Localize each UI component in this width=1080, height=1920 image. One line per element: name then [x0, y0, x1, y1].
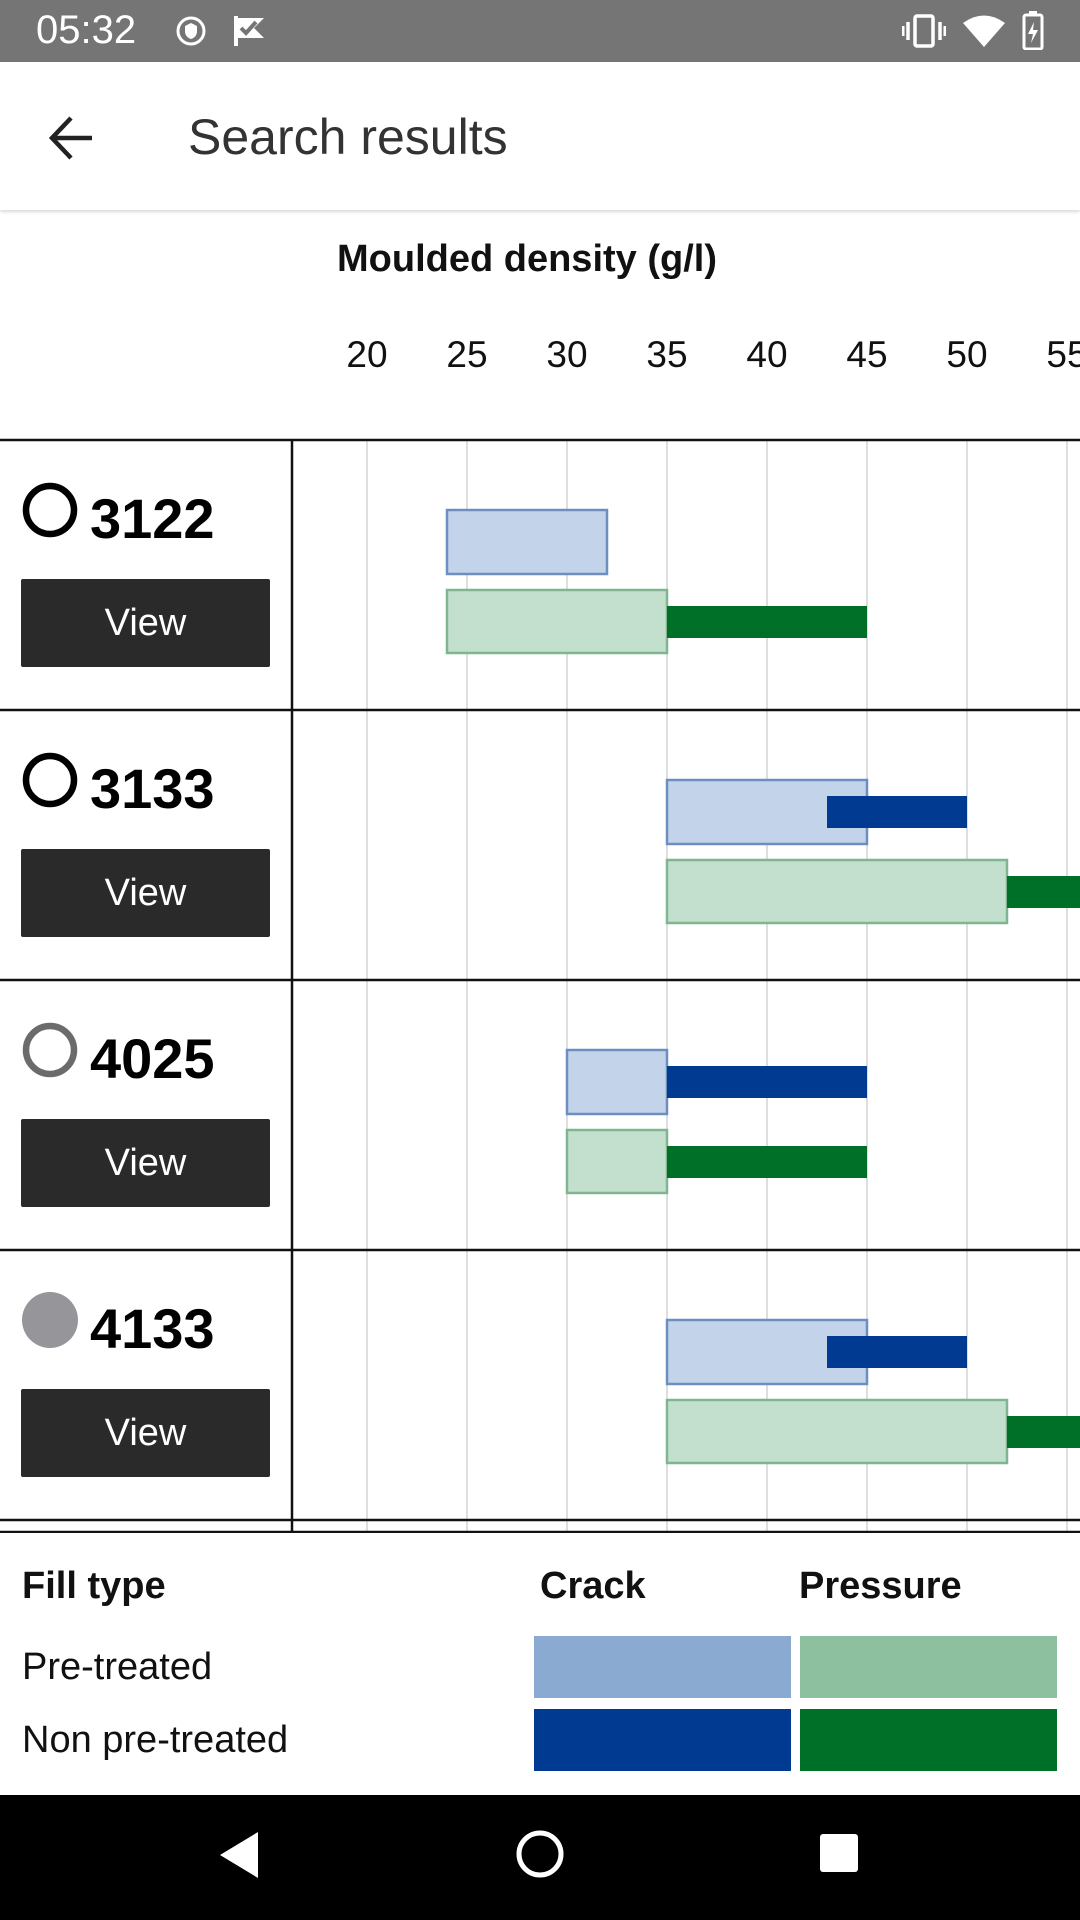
bar-pressure-non-pretreated — [1007, 876, 1080, 908]
bar-crack-non-pretreated — [827, 1336, 967, 1368]
view-button[interactable]: View — [21, 1389, 270, 1477]
product-code: 4133 — [90, 1297, 215, 1360]
circle-filled-icon[interactable] — [22, 1292, 78, 1348]
bar-crack-non-pretreated — [667, 1066, 867, 1098]
legend: Fill type Crack Pressure Pre-treated Non… — [0, 1533, 1080, 1795]
circle-outline-icon[interactable] — [22, 482, 78, 538]
nav-recents-icon[interactable] — [818, 1832, 860, 1874]
nav-back-icon[interactable] — [216, 1829, 262, 1881]
bar-crack-pretreated — [565, 1048, 669, 1116]
tick-label: 50 — [946, 334, 987, 375]
tick-label: 45 — [846, 334, 887, 375]
tick-label: 40 — [746, 334, 787, 375]
legend-col-crack: Crack — [540, 1565, 646, 1607]
legend-swatch-crack-non — [534, 1709, 791, 1771]
bar-pressure-non-pretreated — [667, 606, 867, 638]
legend-row-non: Non pre-treated — [22, 1719, 289, 1761]
bar-pressure-pretreated — [665, 1398, 1009, 1465]
view-button[interactable]: View — [21, 579, 270, 667]
circle-outline-icon[interactable] — [22, 1022, 78, 1078]
tick-label: 55 — [1046, 334, 1080, 375]
tick-label: 30 — [546, 334, 587, 375]
product-code: 3133 — [90, 757, 215, 820]
tick-label: 35 — [646, 334, 687, 375]
bar-crack-pretreated — [445, 508, 609, 576]
legend-col-pressure: Pressure — [799, 1565, 962, 1607]
bar-pressure-pretreated — [565, 1128, 669, 1195]
bar-pressure-non-pretreated — [1007, 1416, 1080, 1448]
tick-label: 25 — [446, 334, 487, 375]
bar-crack-non-pretreated — [827, 796, 967, 828]
legend-swatch-pressure-non — [800, 1709, 1057, 1771]
view-button[interactable]: View — [21, 849, 270, 937]
tick-label: 20 — [346, 334, 387, 375]
nav-bar — [0, 1795, 1080, 1920]
circle-outline-icon[interactable] — [22, 752, 78, 808]
bar-pressure-pretreated — [665, 858, 1009, 925]
product-code: 3122 — [90, 487, 215, 550]
legend-swatch-pressure-pre — [800, 1636, 1057, 1698]
nav-home-icon[interactable] — [514, 1828, 566, 1880]
product-code: 4025 — [90, 1027, 215, 1090]
legend-row-pre: Pre-treated — [22, 1646, 213, 1688]
bar-pressure-non-pretreated — [667, 1146, 867, 1178]
legend-title: Fill type — [22, 1565, 166, 1607]
legend-swatch-crack-pre — [534, 1636, 791, 1698]
bar-pressure-pretreated — [445, 588, 669, 655]
view-button[interactable]: View — [21, 1119, 270, 1207]
